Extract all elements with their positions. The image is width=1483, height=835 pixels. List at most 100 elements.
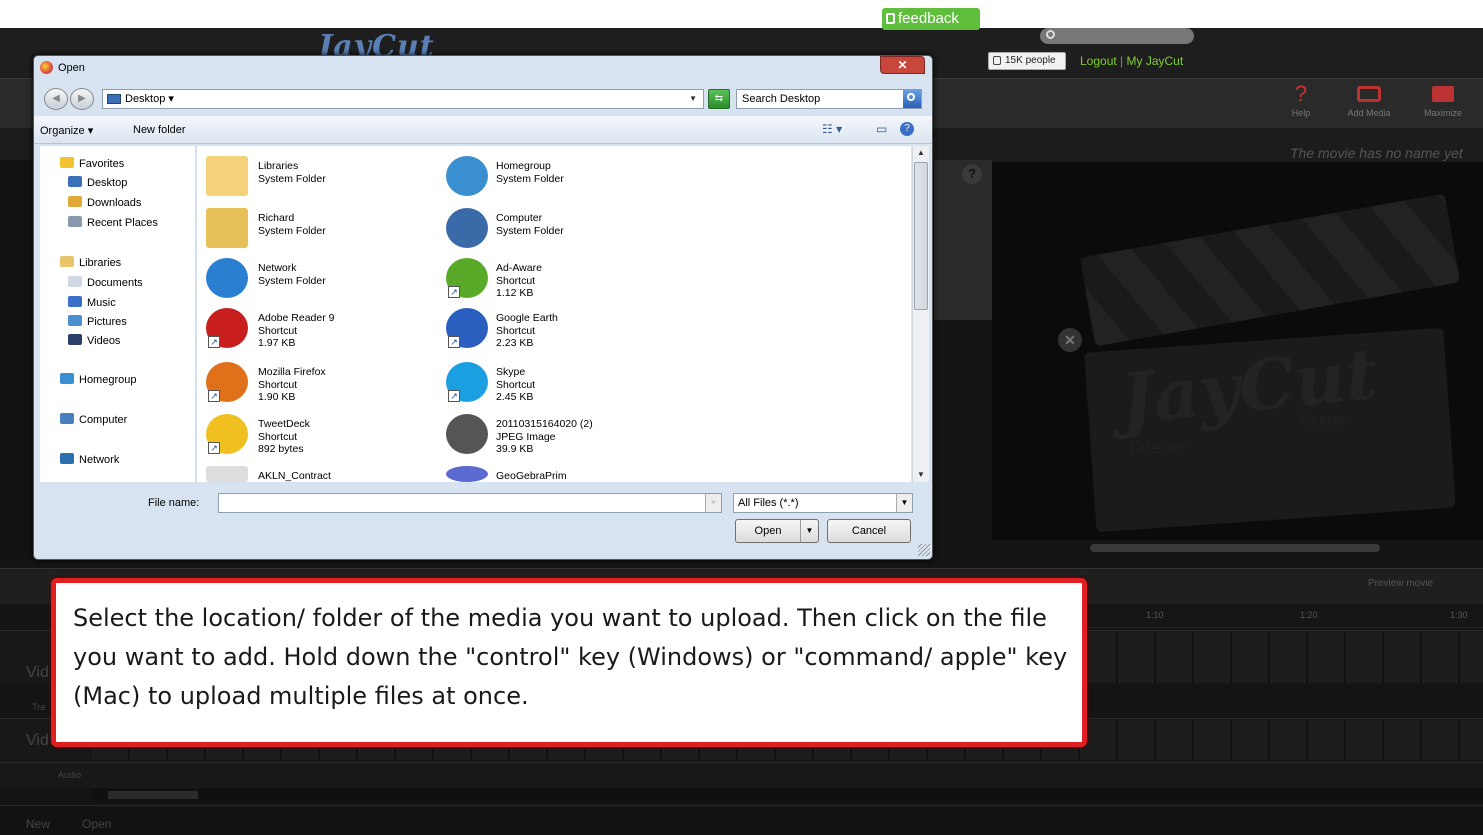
nav-item[interactable]: Pictures <box>68 315 127 328</box>
help-icon: ? <box>1294 81 1308 106</box>
file-list-scrollbar[interactable]: ▲ ▼ <box>912 146 929 482</box>
file-item[interactable]: GeoGebraPrim <box>496 470 567 483</box>
file-size: 2.45 KB <box>496 391 534 403</box>
maximize-tool[interactable]: Maximize <box>1414 80 1472 118</box>
forward-icon[interactable]: ▶ <box>70 88 94 110</box>
close-preview-icon[interactable]: ✕ <box>1058 328 1082 352</box>
audio-track <box>0 762 1483 788</box>
nav-item[interactable]: Videos <box>68 334 120 347</box>
computer-icon <box>446 208 488 248</box>
file-item[interactable]: Skype Shortcut 2.45 KB <box>496 366 535 404</box>
resize-grip[interactable] <box>918 544 930 556</box>
dialog-title: Open <box>58 62 85 74</box>
file-item[interactable]: AKLN_Contract <box>258 470 331 483</box>
nav-item[interactable]: Downloads <box>68 196 141 209</box>
nav-item-label: Downloads <box>87 197 142 209</box>
file-item[interactable]: 20110315164020 (2) JPEG Image 39.9 KB <box>496 418 593 456</box>
help-tool[interactable]: ? Help <box>1272 80 1330 118</box>
panel-help-icon[interactable]: ? <box>962 164 982 184</box>
top-strip <box>0 0 1483 28</box>
file-item[interactable]: Network System Folder <box>258 262 326 287</box>
site-search-input[interactable] <box>1040 28 1194 44</box>
nav-item-label: Network <box>79 454 120 466</box>
clapper-director: Director: <box>1130 440 1191 457</box>
scroll-down-icon[interactable]: ▼ <box>914 468 928 482</box>
file-item[interactable]: Richard System Folder <box>258 212 326 237</box>
file-size: 2.23 KB <box>496 337 534 349</box>
scroll-up-icon[interactable]: ▲ <box>914 146 928 160</box>
timeline-scrollbar[interactable] <box>92 789 1483 801</box>
nav-item[interactable]: Desktop <box>68 176 127 189</box>
file-size: 1.97 KB <box>258 337 296 349</box>
file-type: System Folder <box>258 274 326 287</box>
chevron-down-icon[interactable]: ▼ <box>689 90 697 108</box>
nav-item[interactable]: Recent Places <box>68 216 158 229</box>
nav-item[interactable]: Documents <box>68 276 143 289</box>
address-bar[interactable]: Desktop ▾ ▼ <box>102 89 704 109</box>
nav-item[interactable]: Music <box>68 296 116 309</box>
my-jaycut-link[interactable]: My JayCut <box>1127 54 1184 68</box>
file-item[interactable]: Libraries System Folder <box>258 160 326 185</box>
chevron-down-icon[interactable]: ▼ <box>800 520 818 542</box>
chevron-down-icon[interactable]: ▼ <box>705 494 721 512</box>
help-icon[interactable]: ? <box>900 122 914 136</box>
maximize-icon <box>1414 80 1472 108</box>
file-type: Shortcut <box>496 274 536 287</box>
file-item[interactable]: Google Earth Shortcut 2.23 KB <box>496 312 558 350</box>
chat-icon <box>886 13 895 24</box>
cancel-button[interactable]: Cancel <box>827 519 911 543</box>
dialog-close-button[interactable]: ✕ <box>880 56 925 74</box>
search-desktop-input[interactable]: Search Desktop <box>736 89 922 109</box>
view-options-icon[interactable]: ☷ ▾ <box>822 122 842 136</box>
libraries-icon <box>60 256 74 267</box>
movie-name[interactable]: The movie has no name yet <box>1290 145 1463 161</box>
nav-item-label: Desktop <box>87 177 128 189</box>
nav-item[interactable]: Computer <box>60 413 127 426</box>
add-media-tool[interactable]: Add Media <box>1340 80 1398 118</box>
like-button[interactable]: 15K people <box>988 52 1066 70</box>
timeline-scroll-thumb[interactable] <box>108 791 198 799</box>
filetype-select[interactable]: All Files (*.*) ▼ <box>733 493 913 513</box>
open-button[interactable]: Open <box>82 817 111 831</box>
file-type: Shortcut <box>496 378 536 391</box>
refresh-button[interactable]: ⇆ <box>708 89 730 109</box>
search-icon[interactable] <box>903 90 921 108</box>
search-icon <box>1046 30 1055 39</box>
preview-pane-icon[interactable]: ▭ <box>876 122 887 136</box>
instruction-callout: Select the location/ folder of the media… <box>51 578 1087 747</box>
organize-menu[interactable]: Organize ▾ <box>40 124 93 137</box>
file-item[interactable]: Ad-Aware Shortcut 1.12 KB <box>496 262 542 300</box>
nav-item[interactable]: Homegroup <box>60 373 136 386</box>
new-button[interactable]: New <box>26 817 50 831</box>
nav-item[interactable]: Network <box>60 453 119 466</box>
file-item[interactable]: Adobe Reader 9 Shortcut 1.97 KB <box>258 312 334 350</box>
pictures-icon <box>68 315 82 326</box>
new-folder-button[interactable]: New folder <box>133 124 186 136</box>
nav-item[interactable]: Libraries <box>60 256 121 269</box>
scroll-thumb[interactable] <box>914 162 928 310</box>
file-size: 1.90 KB <box>258 391 296 403</box>
file-item[interactable]: Homegroup System Folder <box>496 160 564 185</box>
downloads-icon <box>68 196 82 207</box>
user-links: Logout | My JayCut <box>1080 54 1183 68</box>
nav-item-label: Recent Places <box>87 217 158 229</box>
feedback-button[interactable]: feedback <box>882 8 980 30</box>
file-item[interactable]: TweetDeck Shortcut 892 bytes <box>258 418 310 456</box>
computer-icon <box>60 413 74 424</box>
tick-label: 1:30 <box>1450 610 1468 620</box>
homegroup-icon <box>60 373 74 384</box>
nav-item[interactable]: Favorites <box>60 157 124 170</box>
filename-input[interactable]: ▼ <box>218 493 722 513</box>
open-dialog-button[interactable]: Open ▼ <box>735 519 819 543</box>
file-item[interactable]: Mozilla Firefox Shortcut 1.90 KB <box>258 366 326 404</box>
playback-slider[interactable] <box>1090 544 1380 552</box>
preview-movie-button[interactable]: Preview movie <box>1368 578 1433 589</box>
file-item[interactable]: Computer System Folder <box>496 212 564 237</box>
back-icon[interactable]: ◀ <box>44 88 68 110</box>
add-media-label: Add Media <box>1347 108 1391 118</box>
file-name: Adobe Reader 9 <box>258 312 335 324</box>
logout-link[interactable]: Logout <box>1080 54 1117 68</box>
file-type: Shortcut <box>258 430 298 443</box>
open-label: Open <box>754 525 782 537</box>
chevron-down-icon[interactable]: ▼ <box>896 494 912 512</box>
